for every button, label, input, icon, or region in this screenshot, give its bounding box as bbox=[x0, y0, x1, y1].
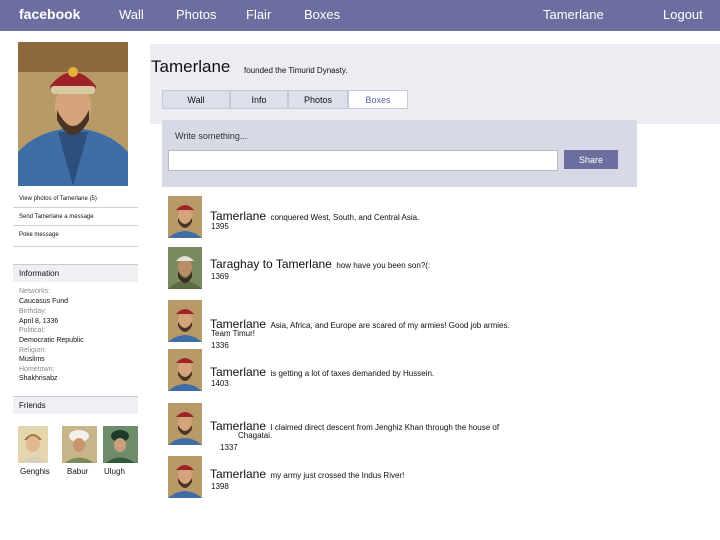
info-value-birthday: April 8, 1336 bbox=[19, 318, 59, 325]
info-label-hometown: Hometown: bbox=[19, 366, 55, 373]
friend-photo-genghis[interactable] bbox=[18, 426, 48, 463]
info-label-birthday: Birthday: bbox=[19, 308, 47, 315]
post-text: is getting a lot of taxes demanded by Hu… bbox=[270, 369, 435, 378]
post-text: my army just crossed the Indus River! bbox=[270, 471, 405, 480]
post-author-photo[interactable] bbox=[168, 300, 202, 342]
status-input[interactable] bbox=[168, 150, 558, 171]
post-text-continued: Team Timur! bbox=[211, 329, 256, 338]
info-label-networks: Networks: bbox=[19, 288, 51, 295]
tab-wall[interactable]: Wall bbox=[162, 90, 230, 109]
send-message-link[interactable]: Send Tamerlane a message bbox=[19, 214, 94, 220]
friend-photo-ulugh[interactable] bbox=[103, 426, 138, 463]
info-value-political: Democratic Republic bbox=[19, 337, 84, 344]
post-author-photo[interactable] bbox=[168, 456, 202, 498]
tab-photos[interactable]: Photos bbox=[288, 90, 348, 109]
divider bbox=[13, 225, 138, 226]
post-date: 1369 bbox=[211, 272, 229, 281]
info-label-religion: Religion: bbox=[19, 347, 47, 354]
friends-header: Friends bbox=[13, 396, 138, 414]
profile-header-band bbox=[150, 44, 720, 124]
nav-link-flair[interactable]: Flair bbox=[246, 7, 271, 22]
post-date: 1336 bbox=[211, 341, 229, 350]
post-text: I claimed direct descent from Jenghiz Kh… bbox=[270, 423, 500, 432]
friend-name-babur[interactable]: Babur bbox=[67, 467, 88, 476]
tab-boxes[interactable]: Boxes bbox=[348, 90, 408, 109]
profile-tagline: founded the Timurid Dynasty. bbox=[244, 66, 348, 75]
poke-link[interactable]: Poke message bbox=[19, 232, 59, 238]
share-button[interactable]: Share bbox=[564, 150, 618, 169]
logout-link[interactable]: Logout bbox=[663, 7, 703, 22]
post-date: 1398 bbox=[211, 482, 229, 491]
post-author-link[interactable]: Tamerlane bbox=[210, 467, 266, 481]
profile-name: Tamerlane bbox=[151, 57, 231, 76]
post-date: 1337 bbox=[220, 443, 238, 452]
post-author-link[interactable]: Tamerlane bbox=[210, 209, 266, 223]
divider bbox=[13, 246, 138, 247]
nav-link-photos[interactable]: Photos bbox=[176, 7, 216, 22]
post-date: 1403 bbox=[211, 379, 229, 388]
nav-user-link[interactable]: Tamerlane bbox=[543, 7, 604, 22]
post-text: conquered West, South, and Central Asia. bbox=[270, 213, 420, 222]
info-value-networks[interactable]: Caucasus Fund bbox=[19, 298, 68, 305]
info-value-religion: Muslims bbox=[19, 356, 45, 363]
post-text: how have you been son?(: bbox=[336, 261, 431, 270]
post-author-link[interactable]: Tamerlane bbox=[210, 365, 266, 379]
post-author-photo[interactable] bbox=[168, 349, 202, 391]
post-text-continued: Chagatai. bbox=[238, 431, 273, 440]
profile-photo[interactable] bbox=[18, 42, 128, 186]
nav-link-boxes[interactable]: Boxes bbox=[304, 7, 340, 22]
top-nav-bar: facebook Wall Photos Flair Boxes Tamerla… bbox=[0, 0, 720, 31]
friend-name-ulugh[interactable]: Ulugh bbox=[104, 467, 125, 476]
post-author-photo[interactable] bbox=[168, 403, 202, 445]
info-label-political: Political: bbox=[19, 327, 46, 334]
tab-info[interactable]: Info bbox=[230, 90, 288, 109]
facebook-logo[interactable]: facebook bbox=[19, 6, 80, 22]
wall-post: Tamerlane conquered West, South, and Cen… bbox=[210, 207, 419, 225]
divider bbox=[13, 207, 138, 208]
write-something-label: Write something... bbox=[175, 131, 248, 141]
wall-post: Tamerlane is getting a lot of taxes dema… bbox=[210, 363, 434, 381]
post-author-photo[interactable] bbox=[168, 196, 202, 238]
post-author-photo[interactable] bbox=[168, 247, 202, 289]
friend-photo-babur[interactable] bbox=[62, 426, 97, 463]
post-author-link[interactable]: Taraghay to Tamerlane bbox=[210, 257, 332, 271]
nav-link-wall[interactable]: Wall bbox=[119, 7, 144, 22]
information-header: Information bbox=[13, 264, 138, 282]
post-text: Asia, Africa, and Europe are scared of m… bbox=[270, 321, 510, 330]
info-value-hometown: Shakhrisabz bbox=[19, 375, 58, 382]
wall-post: Tamerlane my army just crossed the Indus… bbox=[210, 465, 404, 483]
view-photos-link[interactable]: View photos of Tamerlane (5) bbox=[19, 196, 97, 202]
post-date: 1395 bbox=[211, 222, 229, 231]
friend-name-genghis[interactable]: Genghis bbox=[20, 467, 50, 476]
wall-post: Taraghay to Tamerlane how have you been … bbox=[210, 255, 430, 273]
